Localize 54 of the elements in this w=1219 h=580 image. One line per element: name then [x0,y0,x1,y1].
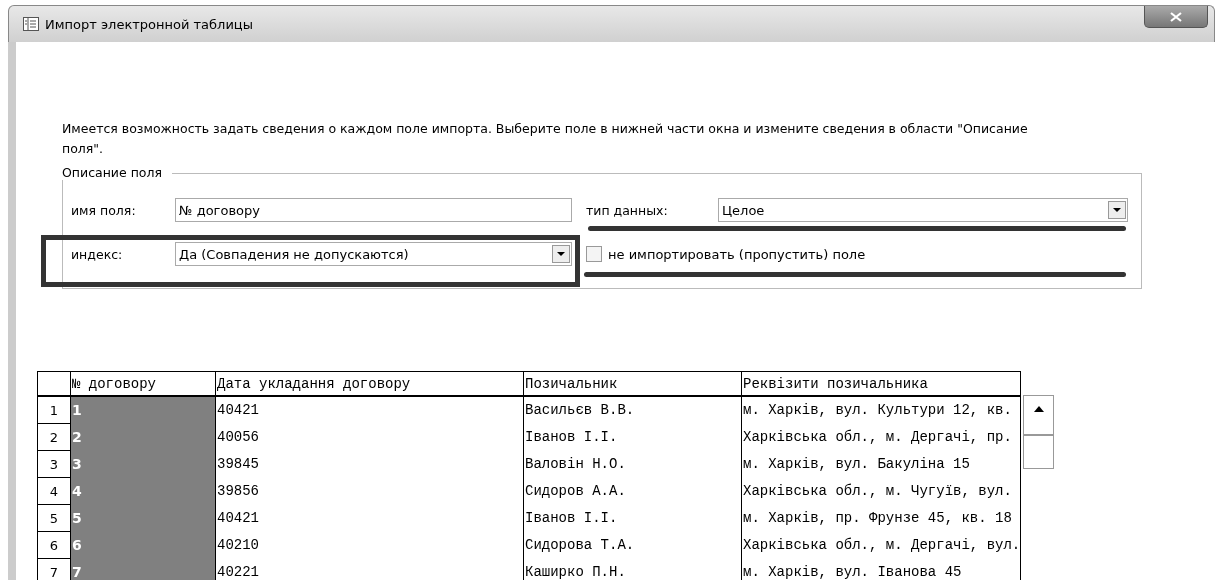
window-title: Импорт электронной таблицы [45,16,253,32]
scroll-up-button[interactable] [1023,395,1055,435]
column-header[interactable]: Реквізити позичальника [741,371,1021,396]
table-cell: Іванов І.І. [523,423,742,451]
column-header[interactable]: Дата укладання договору [215,371,524,396]
field-name-label: имя поля: [71,202,137,218]
row-number[interactable]: 1 [37,396,71,424]
table-cell: 3 [70,450,216,478]
table-cell: м. Харків, вул. Бакуліна 15 [741,450,1021,478]
table-cell: Васильєв В.В. [523,396,742,424]
table-cell: м. Харків, пр. Фрунзе 45, кв. 18 [741,504,1021,532]
close-button[interactable] [1144,6,1208,28]
table-cell: Іванов І.І. [523,504,742,532]
column-header[interactable]: Позичальник [523,371,742,396]
table-cell: 40210 [215,531,524,559]
table-cell: 40221 [215,558,524,580]
scrollbar-thumb[interactable] [1023,435,1055,469]
table-cell: 39845 [215,450,524,478]
table-cell: 1 [70,396,216,424]
field-name-input[interactable]: № договору [175,198,572,222]
table-cell: Харківська обл., м. Чугуїв, вул. [741,477,1021,505]
table-cell: 39856 [215,477,524,505]
up-arrow-icon [1033,406,1044,412]
table-cell: 4 [70,477,216,505]
close-icon [1170,11,1182,22]
table-cell: Сидоров А.А. [523,477,742,505]
corner-cell [37,371,71,396]
group-title: Описание поля [62,165,172,180]
data-type-dropdown[interactable]: Целое [718,198,1128,222]
table-cell: м. Харків, вул. Іванова 45 [741,558,1021,580]
table-cell: 40421 [215,396,524,424]
skip-field-checkbox[interactable]: не импортировать (пропустить) поле [586,242,1128,266]
form-icon [23,17,39,31]
table-cell: 40056 [215,423,524,451]
table-cell: Харківська обл., м. Дергачі, вул. [741,531,1021,559]
row-number[interactable]: 7 [37,558,71,580]
table-cell: Каширко П.Н. [523,558,742,580]
table-cell: 6 [70,531,216,559]
table-cell: Сидорова Т.А. [523,531,742,559]
row-number[interactable]: 2 [37,423,71,451]
table-cell: 5 [70,504,216,532]
table-cell: 2 [70,423,216,451]
row-number[interactable]: 6 [37,531,71,559]
row-number[interactable]: 4 [37,477,71,505]
table-cell: Харківська обл., м. Дергачі, пр. [741,423,1021,451]
index-dropdown[interactable]: Да (Совпадения не допускаются) [175,242,572,266]
row-number[interactable]: 5 [37,504,71,532]
data-type-label: тип данных: [586,202,669,218]
table-cell: 40421 [215,504,524,532]
index-label: индекс: [71,246,124,262]
instruction-text: Имеется возможность задать сведения о каждом поле импорта. Выберите поле в нижней части окна и измените сведения в области "Описание поля". [62,120,1029,158]
table-cell: м. Харків, вул. Культури 12, кв. [741,396,1021,424]
table-cell: Валовін Н.О. [523,450,742,478]
row-number[interactable]: 3 [37,450,71,478]
